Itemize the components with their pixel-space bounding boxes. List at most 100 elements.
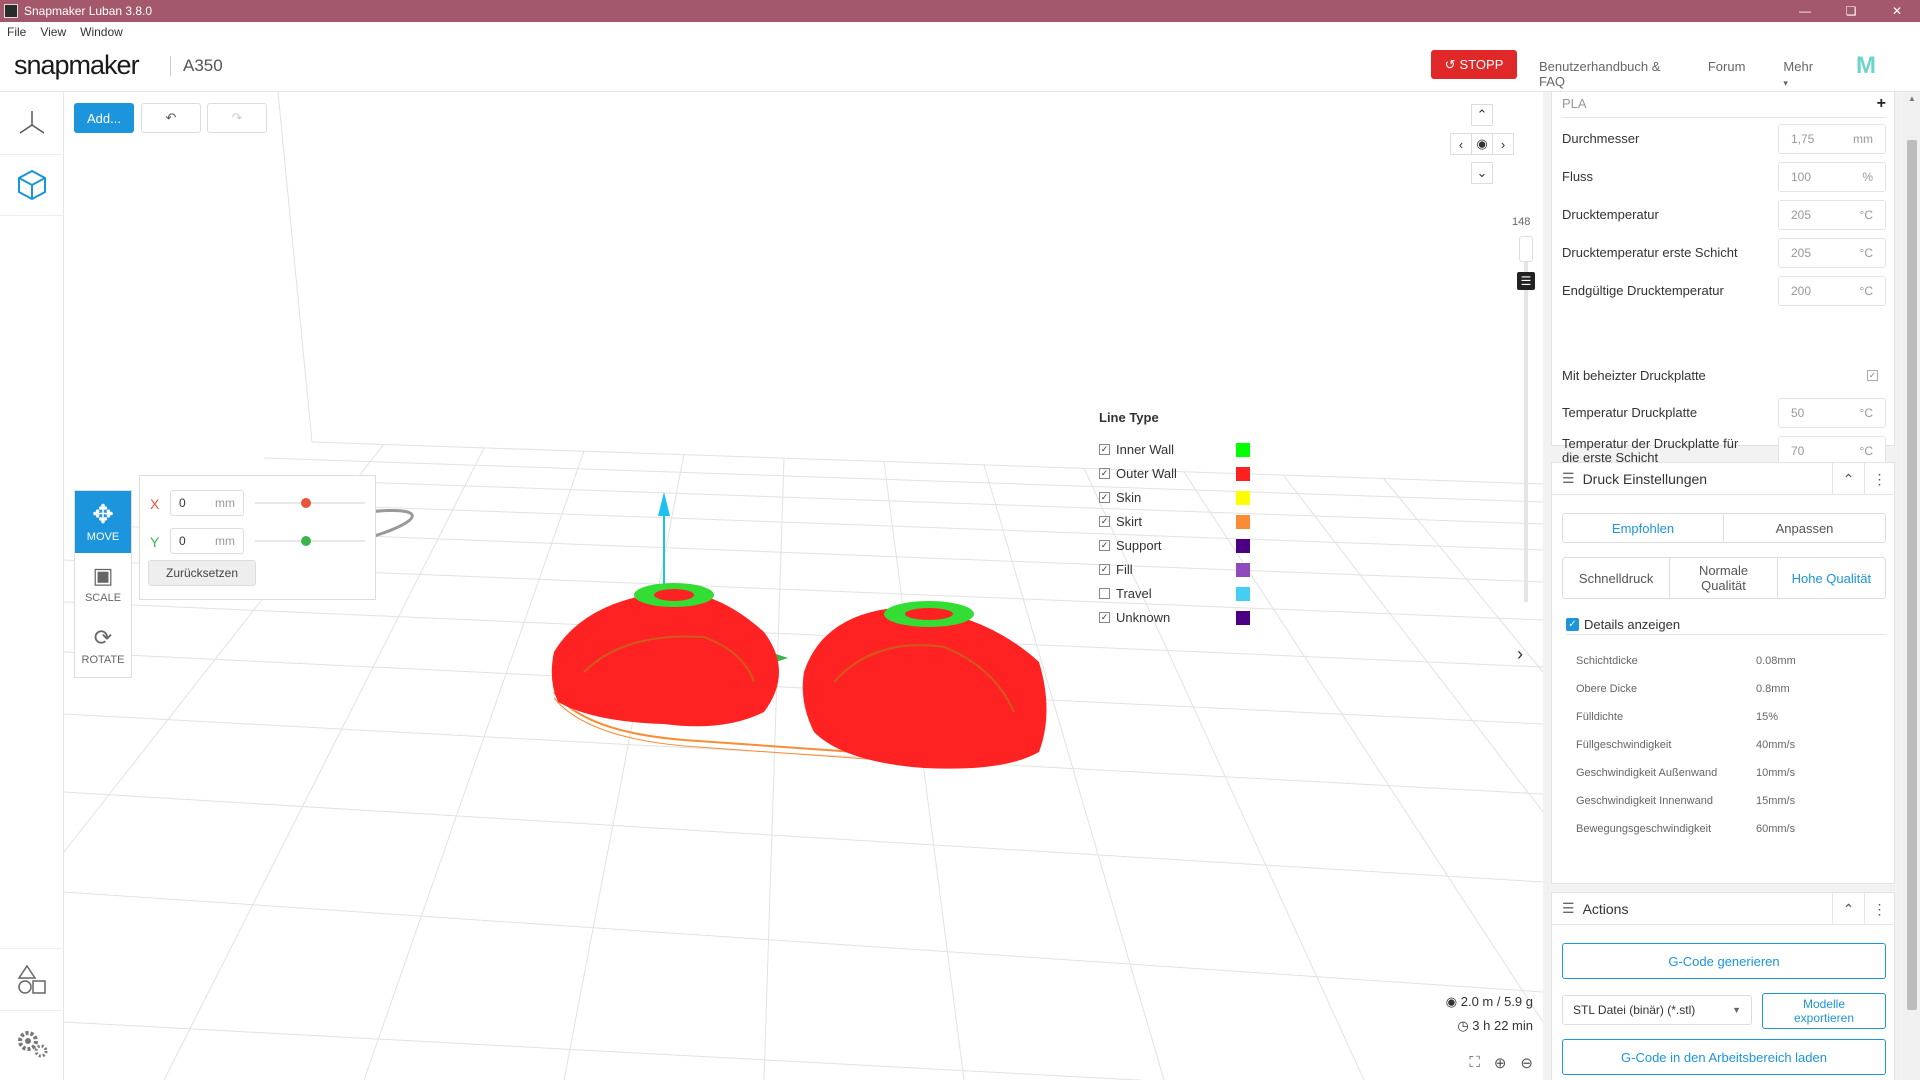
legend-item[interactable]: ✓ Skin [1099,485,1279,509]
setting-label: Drucktemperatur erste Schicht [1562,245,1738,260]
details-toggle[interactable]: ✓ Details anzeigen [1566,615,1886,635]
setting-input[interactable]: 205 °C [1778,238,1886,268]
setting-input[interactable]: 100% [1778,162,1886,192]
scroll-up-icon[interactable]: ▲ [1908,94,1916,103]
nav-right-icon[interactable]: › [1492,133,1514,155]
print-time: ◷ 3 h 22 min [1446,1014,1533,1038]
legend-item[interactable]: ✓ Fill [1099,557,1279,581]
legend-item[interactable]: ✓ Support [1099,533,1279,557]
add-button[interactable]: Add... [74,103,134,133]
layer-top-handle[interactable] [1519,236,1533,262]
tab-customize[interactable]: Anpassen [1724,514,1885,542]
zoom-out-icon[interactable]: ⊖ [1520,1054,1533,1072]
preset-fast[interactable]: Schnelldruck [1563,558,1671,598]
layer-track[interactable] [1524,262,1528,602]
setting-input[interactable]: 200 °C [1778,276,1886,306]
menu-view[interactable]: View [33,25,73,39]
settings-gear-icon[interactable] [0,1010,64,1072]
layer-slider[interactable]: 148 ☰ [1512,216,1536,622]
legend-checkbox[interactable] [1099,587,1110,599]
legend-color-swatch [1236,515,1250,529]
x-slider[interactable] [255,498,365,508]
setting-input[interactable]: 205 °C [1778,200,1886,230]
generate-gcode-button[interactable]: G-Code generieren [1562,943,1886,979]
reset-button[interactable]: Zurücksetzen [148,560,256,586]
details-checkbox[interactable]: ✓ [1566,618,1579,631]
maximize-icon[interactable]: ❏ [1828,0,1874,22]
stop-button[interactable]: ↺ STOPP [1431,50,1517,79]
x-slider-handle[interactable] [301,498,311,508]
legend-item[interactable]: ✓ Outer Wall [1099,461,1279,485]
preset-high[interactable]: Hohe Qualität [1778,558,1885,598]
rotate-tool[interactable]: ⟳ ROTATE [75,615,131,677]
collapse-up-icon[interactable]: ⌃ [1832,463,1864,495]
legend-checkbox[interactable]: ✓ [1099,467,1110,479]
close-icon[interactable]: ✕ [1874,0,1920,22]
export-models-button[interactable]: Modelle exportieren [1762,993,1886,1029]
heated-bed-checkbox[interactable]: ✓ [1867,369,1878,381]
minimize-icon[interactable]: — [1782,0,1828,22]
setting-unit: °C [1859,444,1873,458]
layer-handle-icon[interactable]: ☰ [1517,272,1535,290]
eye-icon[interactable]: ◉ [1471,133,1493,155]
legend-color-swatch [1236,587,1250,601]
y-slider-handle[interactable] [301,536,311,546]
legend-label: Unknown [1116,609,1171,625]
collapse-up-icon[interactable]: ⌃ [1832,893,1864,925]
material-selector[interactable]: PLA + [1562,92,1886,118]
fit-view-icon[interactable]: ⛶ [1469,1054,1480,1072]
legend-item[interactable]: ✓ Inner Wall [1099,437,1279,461]
legend-item[interactable]: Travel [1099,581,1279,605]
legend-checkbox[interactable]: ✓ [1099,515,1110,527]
scrollbar-thumb[interactable] [1907,140,1917,1010]
snapmaker-logo: snapmaker [14,50,140,80]
zoom-in-icon[interactable]: ⊕ [1494,1054,1507,1072]
window-title: Snapmaker Luban 3.8.0 [24,4,153,18]
stop-icon: ↺ [1444,56,1456,72]
nav-up-icon[interactable]: ⌃ [1471,104,1493,126]
setting-input[interactable]: 1,75 mm [1778,124,1886,154]
print-settings-header: ☰ Druck Einstellungen ⌃ ⋮ [1552,463,1894,495]
nav-left-icon[interactable]: ‹ [1450,133,1472,155]
forum-link[interactable]: Forum [1708,59,1746,89]
menu-window[interactable]: Window [73,25,130,39]
preset-normal[interactable]: Normale Qualität [1670,558,1778,598]
manual-faq-link[interactable]: Benutzerhandbuch & FAQ [1539,59,1670,89]
add-material-icon[interactable]: + [1877,95,1886,113]
legend-checkbox[interactable]: ✓ [1099,611,1110,623]
legend-title: Line Type [1099,410,1159,425]
y-position-input[interactable]: 0 mm [170,528,244,554]
shapes-icon[interactable] [0,948,64,1010]
legend-label: Support [1116,537,1162,553]
x-position-input[interactable]: 0 mm [170,490,244,516]
setting-input[interactable]: 50 °C [1778,398,1886,428]
more-options-icon[interactable]: ⋮ [1864,463,1894,495]
legend-checkbox[interactable]: ✓ [1099,443,1110,455]
legend-checkbox[interactable]: ✓ [1099,491,1110,503]
3d-viewport[interactable]: Add... ↶ ↷ ✥ MOVE ▣ SCALE ⟳ ROTATE X 0 mm… [64,92,1543,1080]
legend-item[interactable]: ✓ Unknown [1099,605,1279,629]
menu-file[interactable]: File [0,25,33,39]
legend-item[interactable]: ✓ Skirt [1099,509,1279,533]
export-format-select[interactable]: STL Datei (binär) (*.stl) ▼ [1562,995,1752,1025]
right-panel-scrollbar[interactable]: ▲ [1903,92,1920,1080]
detail-key: Fülldichte [1576,711,1624,723]
nav-down-icon[interactable]: ⌄ [1471,162,1493,184]
scale-tool[interactable]: ▣ SCALE [75,553,131,615]
tab-recommended[interactable]: Empfohlen [1563,514,1724,542]
redo-button[interactable]: ↷ [207,103,267,133]
more-options-icon[interactable]: ⋮ [1864,893,1894,925]
move-tool[interactable]: ✥ MOVE [75,491,131,553]
y-slider[interactable] [255,536,365,546]
stop-label: STOPP [1459,57,1504,72]
collapse-arrow-icon[interactable]: › [1517,644,1523,665]
legend-checkbox[interactable]: ✓ [1099,563,1110,575]
undo-button[interactable]: ↶ [141,103,201,133]
model-cube-icon[interactable] [0,154,64,216]
menu-icon: ☰ [1562,470,1575,486]
x-unit: mm [215,496,235,510]
load-gcode-button[interactable]: G-Code in den Arbeitsbereich laden [1562,1039,1886,1075]
legend-checkbox[interactable]: ✓ [1099,539,1110,551]
detail-row: Obere Dicke 0.8mm [1576,683,1876,695]
axis-view-icon[interactable] [0,92,64,154]
